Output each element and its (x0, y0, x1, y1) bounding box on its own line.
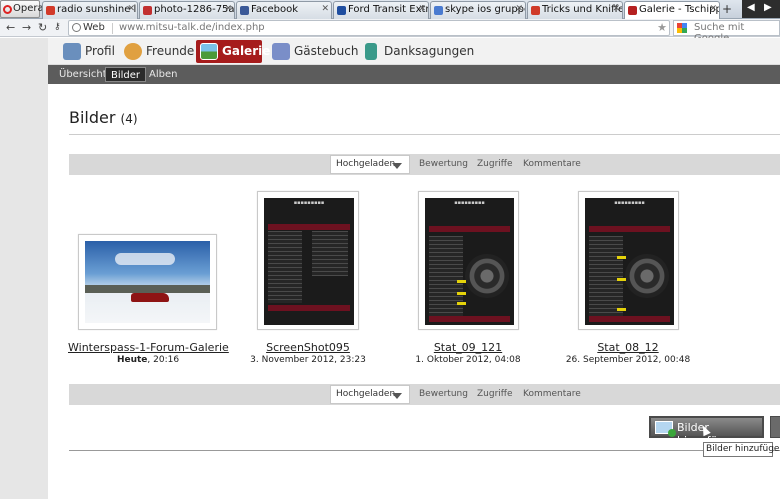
subnav-alben[interactable]: Alben (144, 67, 182, 82)
nav-freunde[interactable]: Freunde (120, 40, 194, 63)
tab-favicon-icon (434, 6, 443, 15)
browser-address-bar: ← → ↻ ⚷ Web www.mitsu-talk.de/index.php … (0, 19, 780, 44)
guestbook-icon (272, 43, 290, 60)
globe-icon (72, 23, 81, 32)
page-left-margin (0, 38, 48, 499)
wheel-graphic (625, 254, 669, 298)
gallery-sub-nav: Übersicht Bilder Alben (48, 65, 780, 84)
google-icon (677, 23, 687, 33)
nav-profil[interactable]: Profil (59, 40, 117, 63)
sort-option-zugriffe[interactable]: Zugriffe (477, 159, 513, 169)
winter-car-photo (85, 241, 210, 323)
sort-select[interactable]: Hochgeladen (330, 385, 410, 404)
opera-logo-icon (3, 5, 12, 14)
sort-option-bewertung[interactable]: Bewertung (419, 389, 468, 399)
close-tab-icon[interactable]: ✕ (709, 4, 717, 14)
close-tab-icon[interactable]: ✕ (224, 4, 232, 14)
browser-tab[interactable]: Tricks und Kniffe z...✕ (527, 1, 623, 19)
tab-favicon-icon (628, 6, 637, 15)
browser-tab[interactable]: Facebook ✕ (236, 1, 332, 19)
close-tab-icon[interactable]: ✕ (127, 4, 135, 14)
browser-tab[interactable]: skype ios gruppen...✕ (430, 1, 526, 19)
profile-main-nav: Profil Freunde Galerie Gästebuch Danksag… (48, 38, 780, 65)
sort-option-kommentare[interactable]: Kommentare (523, 389, 581, 399)
tab-favicon-icon (531, 6, 540, 15)
page-title: Bilder (4) (69, 108, 138, 127)
close-tab-icon[interactable]: ✕ (321, 4, 329, 14)
opera-menu-button[interactable]: Opera (0, 0, 44, 18)
tab-scroll-right-icon[interactable]: ▶ (764, 2, 772, 13)
window-controls: ◀ ▶ (742, 0, 780, 18)
back-arrow-icon[interactable]: ← (6, 21, 15, 34)
statistics-screenshot-preview: ▪▪▪▪▪▪▪▪▪ (264, 198, 354, 325)
image-date: 26. September 2012, 00:48 (565, 355, 691, 365)
sort-bar-bottom: Hochgeladen Bewertung Zugriffe Kommentar… (69, 384, 780, 405)
statistics-screenshot-preview: ▪▪▪▪▪▪▪▪▪ (425, 198, 514, 325)
wheel-graphic (465, 254, 509, 298)
tooltip: Bilder hinzufügen (703, 442, 780, 457)
subnav-uebersicht[interactable]: Übersicht (54, 67, 112, 82)
add-picture-icon (655, 421, 676, 437)
sort-bar-top: Hochgeladen Bewertung Zugriffe Kommentar… (69, 154, 780, 175)
new-tab-plus-icon[interactable]: + (722, 2, 732, 16)
facebook-favicon-icon (240, 6, 249, 15)
reload-icon[interactable]: ↻ (38, 21, 47, 34)
nav-danksagungen[interactable]: Danksagungen (358, 40, 474, 63)
profile-card-icon (63, 43, 81, 60)
bookmark-star-icon[interactable]: ★ (657, 21, 667, 34)
nav-gaestebuch[interactable]: Gästebuch (268, 40, 358, 63)
secondary-action-button[interactable] (770, 416, 780, 438)
tab-scroll-left-icon[interactable]: ◀ (747, 2, 755, 13)
red-car (131, 293, 169, 302)
image-date: 3. November 2012, 23:23 (250, 355, 366, 365)
key-icon[interactable]: ⚷ (54, 22, 61, 32)
image-date: 1. Oktober 2012, 04:08 (415, 355, 521, 365)
sort-option-zugriffe[interactable]: Zugriffe (477, 389, 513, 399)
friends-icon (124, 43, 142, 60)
forward-arrow-icon[interactable]: → (22, 21, 31, 34)
image-thumbnail-screenshot095[interactable]: ▪▪▪▪▪▪▪▪▪ (257, 191, 359, 330)
divider (69, 450, 780, 451)
image-title-link[interactable]: Stat_09_121 (388, 341, 548, 354)
sort-option-kommentare[interactable]: Kommentare (523, 159, 581, 169)
tab-favicon-icon (46, 6, 55, 15)
close-tab-icon[interactable]: ✕ (418, 4, 426, 14)
image-thumbnail-winterspass[interactable] (78, 234, 217, 330)
divider (69, 134, 780, 135)
image-thumbnail-stat-09-121[interactable]: ▪▪▪▪▪▪▪▪▪ (418, 191, 519, 330)
image-date: Heute, 20:16 (116, 355, 180, 365)
image-title-link[interactable]: Winterspass-1-Forum-Galerie (68, 341, 229, 354)
close-tab-icon[interactable]: ✕ (612, 4, 620, 14)
url-field[interactable]: Web www.mitsu-talk.de/index.php ★ (68, 20, 670, 36)
chevron-down-icon (392, 393, 402, 399)
tab-favicon-icon (337, 6, 346, 15)
image-title-link[interactable]: ScreenShot095 (228, 341, 388, 354)
close-tab-icon[interactable]: ✕ (515, 4, 523, 14)
browser-tab[interactable]: radio sunshine live...✕ (42, 1, 138, 19)
picture-icon (200, 43, 218, 60)
browser-tab-bar: Opera radio sunshine live...✕ photo-1286… (0, 0, 780, 19)
sort-option-bewertung[interactable]: Bewertung (419, 159, 468, 169)
image-count: (4) (120, 112, 138, 126)
browser-tab[interactable]: photo-1286-75a2f...✕ (139, 1, 235, 19)
image-title-link[interactable]: Stat_08_12 (548, 341, 708, 354)
nav-galerie[interactable]: Galerie (196, 40, 270, 63)
statistics-screenshot-preview: ▪▪▪▪▪▪▪▪▪ (585, 198, 674, 325)
sort-select[interactable]: Hochgeladen (330, 155, 410, 174)
thumbs-up-icon (365, 43, 377, 60)
chevron-down-icon (392, 163, 402, 169)
browser-tab-active[interactable]: Galerie - Tschippi ...✕ (624, 1, 720, 19)
tab-favicon-icon (143, 6, 152, 15)
search-input[interactable]: Suche mit Google (673, 20, 780, 44)
image-thumbnail-stat-08-12[interactable]: ▪▪▪▪▪▪▪▪▪ (578, 191, 679, 330)
browser-tab[interactable]: Ford Transit Extre...✕ (333, 1, 429, 19)
subnav-bilder[interactable]: Bilder (105, 67, 147, 82)
